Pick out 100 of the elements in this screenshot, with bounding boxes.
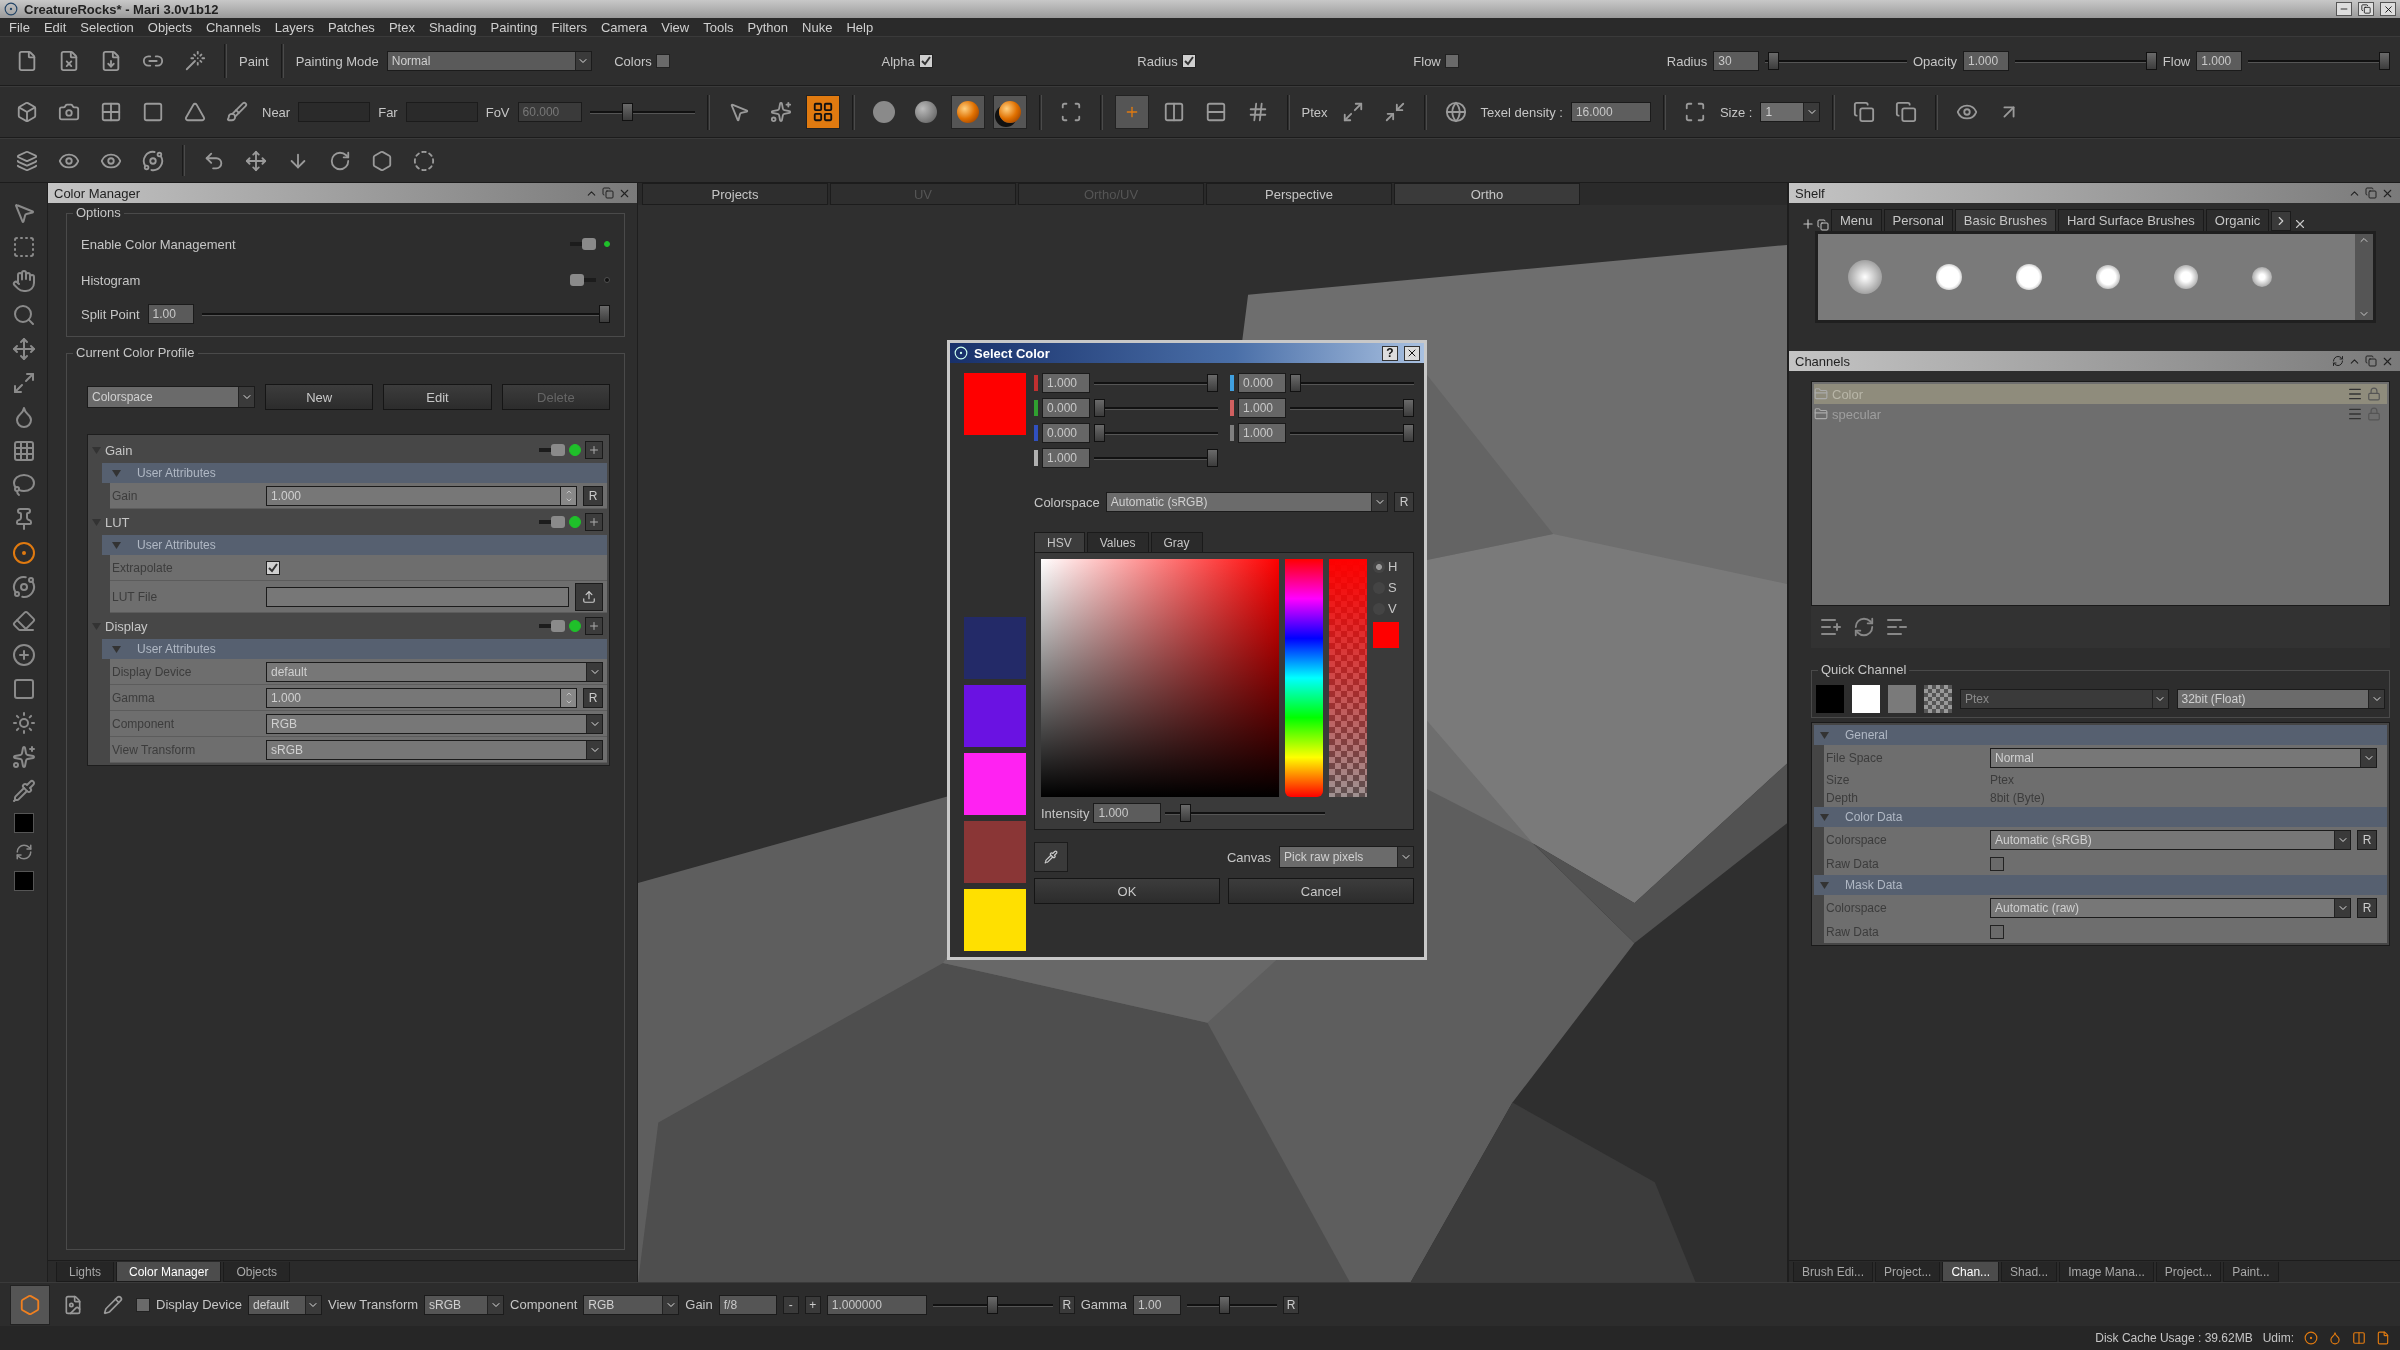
menu-item[interactable]: Filters	[544, 19, 594, 35]
plus-button[interactable]: +	[804, 1295, 821, 1314]
shelf-tab[interactable]: Basic Brushes	[1954, 209, 2056, 231]
reset-button[interactable]: R	[583, 485, 603, 506]
group-title: Current Color Profile	[73, 345, 198, 360]
dropdown[interactable]: RGB	[583, 1294, 680, 1315]
value-field[interactable]: 0.000	[1042, 423, 1090, 443]
minus-button[interactable]: -	[782, 1295, 799, 1314]
radio-label: S	[1388, 580, 1397, 595]
value-field[interactable]: 0.000	[1238, 373, 1286, 393]
value-field[interactable]: 1.000	[1238, 423, 1286, 443]
value-field[interactable]: 1.000	[1963, 51, 2010, 71]
menu-item[interactable]: Camera	[594, 19, 655, 35]
panel-tab[interactable]: Project...	[1875, 1262, 1941, 1282]
menu-item[interactable]: Edit	[36, 19, 74, 35]
panel-tab[interactable]: Image Mana...	[2059, 1262, 2154, 1282]
value-field[interactable]: 1.00	[1133, 1294, 1181, 1315]
panel-tab[interactable]: Shad...	[2001, 1262, 2058, 1282]
shelf-tab[interactable]: Organic	[2205, 209, 2270, 231]
panel-tab[interactable]: Project...	[2155, 1262, 2222, 1282]
picker-tab[interactable]: HSV	[1034, 532, 1085, 552]
menu-item[interactable]: Tools	[696, 19, 741, 35]
menu-item[interactable]: View	[654, 19, 697, 35]
dialog-title: Select Color	[974, 345, 1051, 361]
menu-item[interactable]: Layers	[267, 19, 321, 35]
menu-item[interactable]: Painting	[483, 19, 545, 35]
component-label: Component	[510, 1297, 578, 1312]
panel-tab[interactable]: Lights	[56, 1262, 115, 1282]
section-title: Gain	[105, 442, 134, 458]
value-field[interactable]: 1.000	[1042, 373, 1090, 393]
panel-tab[interactable]: Brush Edi...	[1793, 1262, 1874, 1282]
shelf-tab[interactable]: Hard Surface Brushes	[2057, 209, 2204, 231]
value-field[interactable]: 1.00	[147, 304, 194, 324]
value-field[interactable]: f/8	[718, 1294, 777, 1315]
slider-label: Opacity	[1913, 53, 1958, 69]
value-field[interactable]: 0.000	[1042, 398, 1090, 418]
picker-tab[interactable]: Values	[1086, 532, 1149, 552]
help-button[interactable]: ?	[1382, 345, 1398, 361]
group-title: User Attributes	[136, 538, 216, 552]
menu-item[interactable]: Help	[839, 19, 881, 35]
value-field[interactable]: 1.000	[1093, 803, 1162, 823]
menu-item[interactable]: Nuke	[795, 19, 840, 35]
panel-tab[interactable]: Paint...	[2223, 1262, 2279, 1282]
view-tab[interactable]: Projects	[642, 183, 828, 205]
menu-item[interactable]: Shading	[421, 19, 484, 35]
shelf-tab[interactable]: Menu	[1831, 209, 1882, 231]
toggle-label: Radius	[1137, 53, 1178, 69]
radio-label: H	[1388, 559, 1398, 574]
dialog-button[interactable]: OK	[1034, 878, 1220, 904]
value-field[interactable]: 30	[1713, 51, 1760, 71]
fov-label: FoV	[485, 104, 510, 120]
panel-title: Channels	[1795, 353, 1851, 369]
menu-item[interactable]: Python	[740, 19, 796, 35]
menu-item[interactable]: Ptex	[381, 19, 422, 35]
value-field[interactable]: 1.000000	[826, 1294, 927, 1315]
reset-button[interactable]: R	[1058, 1295, 1075, 1314]
dropdown[interactable]: default	[248, 1294, 322, 1315]
dropdown[interactable]: sRGB	[424, 1294, 505, 1315]
option-label: Histogram	[81, 272, 142, 288]
menu-item[interactable]: Channels	[198, 19, 268, 35]
view-tab[interactable]: Perspective	[1206, 183, 1392, 205]
profile-button[interactable]: Edit	[383, 384, 492, 410]
radio-label: V	[1388, 601, 1397, 616]
far-label: Far	[378, 104, 398, 120]
group-title: Color Data	[1844, 810, 1903, 824]
spin-field[interactable]: 16.000	[1570, 102, 1651, 122]
reset-button[interactable]: R	[2357, 898, 2377, 918]
view-tab[interactable]: Ortho	[1394, 183, 1580, 205]
menu-item[interactable]: File	[2, 19, 37, 35]
group-title: User Attributes	[136, 466, 216, 480]
reset-button[interactable]: R	[2357, 830, 2377, 850]
toggle-label: Flow	[1413, 53, 1441, 69]
dialog-button[interactable]: Cancel	[1228, 878, 1414, 904]
dropdown[interactable]: Pick raw pixels	[1279, 846, 1414, 868]
picker-tab[interactable]: Gray	[1150, 532, 1203, 552]
reset-button[interactable]: R	[1394, 492, 1414, 512]
slider-label: Radius	[1666, 53, 1708, 69]
dropdown[interactable]: Normal	[386, 51, 592, 71]
menu-item[interactable]: Selection	[73, 19, 141, 35]
menu-item[interactable]: Patches	[320, 19, 382, 35]
panel-tab[interactable]: Chan...	[1942, 1262, 2000, 1282]
panel-tab[interactable]: Objects	[223, 1262, 291, 1282]
dropdown[interactable]: Automatic (sRGB)	[1105, 492, 1388, 512]
panel-title: Shelf	[1795, 185, 1826, 201]
option-label: Enable Color Management	[81, 236, 237, 252]
value-field[interactable]: 1.000	[1238, 398, 1286, 418]
window-title: CreatureRocks* - Mari 3.0v1b12	[24, 1, 220, 17]
menu-item[interactable]: Objects	[140, 19, 199, 35]
dropdown[interactable]: 32bit (Float)	[2176, 689, 2385, 709]
dropdown[interactable]: Colorspace	[87, 386, 255, 408]
profile-button[interactable]: New	[265, 384, 374, 410]
shelf-tab[interactable]: Personal	[1883, 209, 1953, 231]
reset-button[interactable]: R	[1283, 1295, 1299, 1314]
panel-title: Color Manager	[54, 185, 141, 201]
reset-button[interactable]: R	[583, 687, 603, 708]
value-field[interactable]: 1.000	[1042, 448, 1090, 468]
near-label: Near	[262, 104, 291, 120]
value-field[interactable]: 1.000	[2196, 51, 2243, 71]
panel-tab[interactable]: Color Manager	[116, 1262, 222, 1282]
dropdown[interactable]: 1	[1760, 102, 1821, 122]
